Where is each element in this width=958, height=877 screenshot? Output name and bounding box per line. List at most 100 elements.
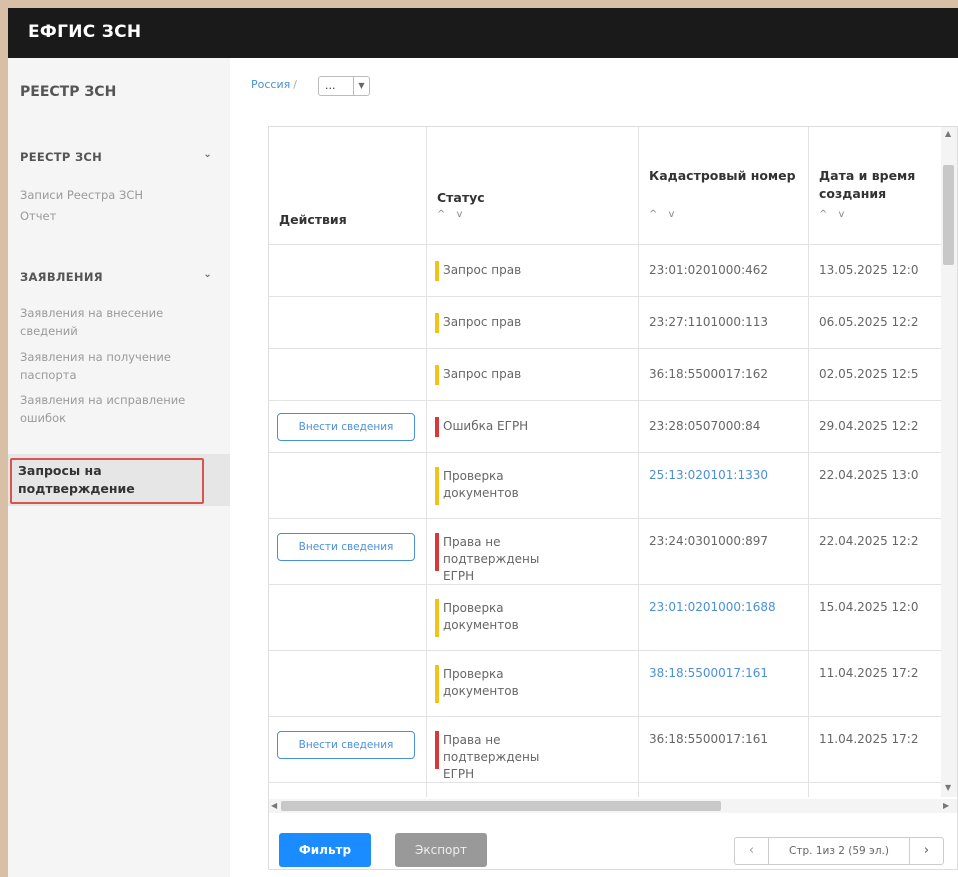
app-window: ЕФГИС ЗСН РЕЕСТР ЗСН РЕЕСТР ЗСН ⌄ Записи… (8, 8, 958, 877)
table-row[interactable]: Внести сведенияПрава не подтверждены ЕГР… (269, 783, 941, 797)
vertical-scrollbar[interactable]: ▲ ▼ (941, 127, 957, 797)
status-indicator (435, 313, 439, 333)
cadastral-cell: 36:18:5500017:161 (639, 717, 809, 782)
vertical-scroll-thumb[interactable] (943, 165, 954, 265)
sidebar-item-applications-errors[interactable]: Заявления на исправление ошибок (20, 391, 220, 427)
breadcrumb: Россия / (251, 78, 300, 91)
created-cell: 22.04.2025 12:2 (809, 519, 941, 584)
table-row[interactable]: Запрос прав 23:01:0201000:462 13.05.2025 1… (269, 245, 941, 297)
table-header-row: Действия Статус ^ v Кадастровый номер ^ v Дат… (269, 127, 941, 245)
sidebar-title: РЕЕСТР ЗСН (20, 84, 117, 100)
column-header-label: Статус (437, 190, 485, 205)
column-header-label: Кадастровый номер (649, 168, 796, 183)
table-row[interactable]: Проверка документов 38:18:5500017:161 11.0… (269, 651, 941, 717)
cadastral-number: 23:24:0301000:897 (649, 534, 769, 548)
section-registry-label: РЕЕСТР ЗСН (20, 150, 103, 164)
actions-cell (269, 585, 427, 650)
status-text: Проверка документов (443, 601, 519, 632)
cadastral-cell: 25:13:020101:1330 (639, 453, 809, 518)
filter-button[interactable]: Фильтр (279, 833, 371, 867)
breadcrumb-separator: / (293, 78, 297, 91)
status-cell: Запрос прав (427, 349, 639, 400)
actions-cell (269, 245, 427, 296)
actions-cell (269, 651, 427, 716)
enter-info-button[interactable]: Внести сведения (277, 413, 415, 441)
horizontal-scroll-thumb[interactable] (281, 801, 721, 811)
scroll-left-icon[interactable]: ◀ (271, 801, 277, 810)
status-cell: Проверка документов (427, 585, 639, 650)
sidebar-item-applications-info[interactable]: Заявления на внесение сведений (20, 304, 220, 340)
breadcrumb-root-link[interactable]: Россия (251, 78, 290, 91)
created-datetime: 11.04.2025 17:2 (819, 732, 919, 746)
scroll-right-icon[interactable]: ▶ (943, 801, 949, 810)
scroll-up-icon[interactable]: ▲ (945, 129, 951, 138)
data-table: Действия Статус ^ v Кадастровый номер ^ v Дат… (268, 126, 958, 870)
enter-info-button[interactable]: Внести сведения (277, 731, 415, 759)
actions-cell (269, 349, 427, 400)
status-cell: Запрос прав (427, 245, 639, 296)
created-datetime: 06.05.2025 12:2 (819, 315, 919, 329)
status-text: Права не подтверждены ЕГРН (443, 535, 540, 583)
status-indicator (435, 365, 439, 385)
enter-info-button[interactable]: Внести сведения (277, 533, 415, 561)
actions-cell (269, 297, 427, 348)
cadastral-number: 23:01:0201000:462 (649, 263, 769, 277)
sort-arrows-icon[interactable]: ^ v (437, 209, 466, 220)
cadastral-link[interactable]: 23:01:0201000:1688 (649, 600, 776, 614)
column-header[interactable]: Кадастровый номер ^ v (639, 127, 809, 244)
cadastral-link[interactable]: 25:13:020101:1330 (649, 468, 768, 482)
created-cell: 15.04.2025 12:0 (809, 585, 941, 650)
sort-arrows-icon[interactable]: ^ v (819, 209, 848, 220)
table-row[interactable]: Проверка документов 23:01:0201000:1688 15.… (269, 585, 941, 651)
column-header: Действия (269, 127, 427, 244)
table-row[interactable]: Запрос прав 23:27:1101000:113 06.05.2025 1… (269, 297, 941, 349)
cadastral-link[interactable]: 38:18:5500017:161 (649, 666, 768, 680)
cadastral-cell: 23:28:0507000:84 (639, 401, 809, 452)
chevron-down-icon: ⌄ (203, 269, 212, 280)
cadastral-cell: 40:00:000000:455 (639, 783, 809, 797)
status-indicator (435, 533, 439, 571)
horizontal-scrollbar[interactable]: ◀ ▶ (269, 799, 957, 813)
sidebar: РЕЕСТР ЗСН РЕЕСТР ЗСН ⌄ Записи Реестра З… (8, 58, 230, 877)
cadastral-number: 36:18:5500017:162 (649, 367, 769, 381)
table-row[interactable]: Проверка документов 25:13:020101:1330 22.0… (269, 453, 941, 519)
table-row[interactable]: Запрос прав 36:18:5500017:162 02.05.2025 1… (269, 349, 941, 401)
section-applications-label: ЗАЯВЛЕНИЯ (20, 270, 103, 284)
breadcrumb-select[interactable]: ... ▼ (318, 76, 370, 96)
status-cell: Ошибка ЕГРН (427, 401, 639, 452)
table-row[interactable]: Внести сведения Ошибка ЕГРН 23:28:0507000:… (269, 401, 941, 453)
status-indicator (435, 731, 439, 769)
chevron-down-icon: ⌄ (203, 149, 212, 160)
status-cell: Запрос прав (427, 297, 639, 348)
table-row[interactable]: Внести сведения Права не подтверждены ЕГР… (269, 717, 941, 783)
section-registry-header[interactable]: РЕЕСТР ЗСН ⌄ (20, 149, 220, 164)
status-cell: Проверка документов (427, 651, 639, 716)
column-header[interactable]: Дата и время создания ^ v (809, 127, 941, 244)
cadastral-cell: 23:01:0201000:462 (639, 245, 809, 296)
chevron-right-icon[interactable]: › (909, 838, 943, 864)
status-text: Запрос прав (443, 315, 522, 329)
chevron-left-icon[interactable]: ‹ (735, 838, 769, 864)
status-text: Права не подтверждены ЕГРН (443, 733, 540, 781)
export-button[interactable]: Экспорт (395, 833, 487, 867)
actions-cell: Внести сведения (269, 401, 427, 452)
created-cell: 13.05.2025 12:0 (809, 245, 941, 296)
sidebar-item-registry-records[interactable]: Записи Реестра ЗСН (20, 186, 220, 204)
sidebar-item-report[interactable]: Отчет (20, 207, 220, 225)
cadastral-number: 23:28:0507000:84 (649, 419, 761, 433)
table-row[interactable]: Внести сведения Права не подтверждены ЕГР… (269, 519, 941, 585)
cadastral-cell: 38:18:5500017:161 (639, 651, 809, 716)
status-cell: Права не подтверждены ЕГРН (427, 783, 639, 797)
column-header-label: Действия (279, 212, 347, 227)
column-header[interactable]: Статус ^ v (427, 127, 639, 244)
sidebar-item-applications-passport[interactable]: Заявления на получение паспорта (20, 348, 220, 384)
section-applications-header[interactable]: ЗАЯВЛЕНИЯ ⌄ (20, 269, 220, 284)
sort-arrows-icon[interactable]: ^ v (649, 209, 678, 220)
status-text: Запрос прав (443, 263, 522, 277)
scroll-down-icon[interactable]: ▼ (945, 783, 951, 792)
status-indicator (435, 665, 439, 703)
created-datetime: 11.04.2025 17:2 (819, 666, 919, 680)
chevron-down-icon: ▼ (353, 77, 369, 95)
cadastral-cell: 36:18:5500017:162 (639, 349, 809, 400)
breadcrumb-select-value: ... (325, 79, 336, 92)
